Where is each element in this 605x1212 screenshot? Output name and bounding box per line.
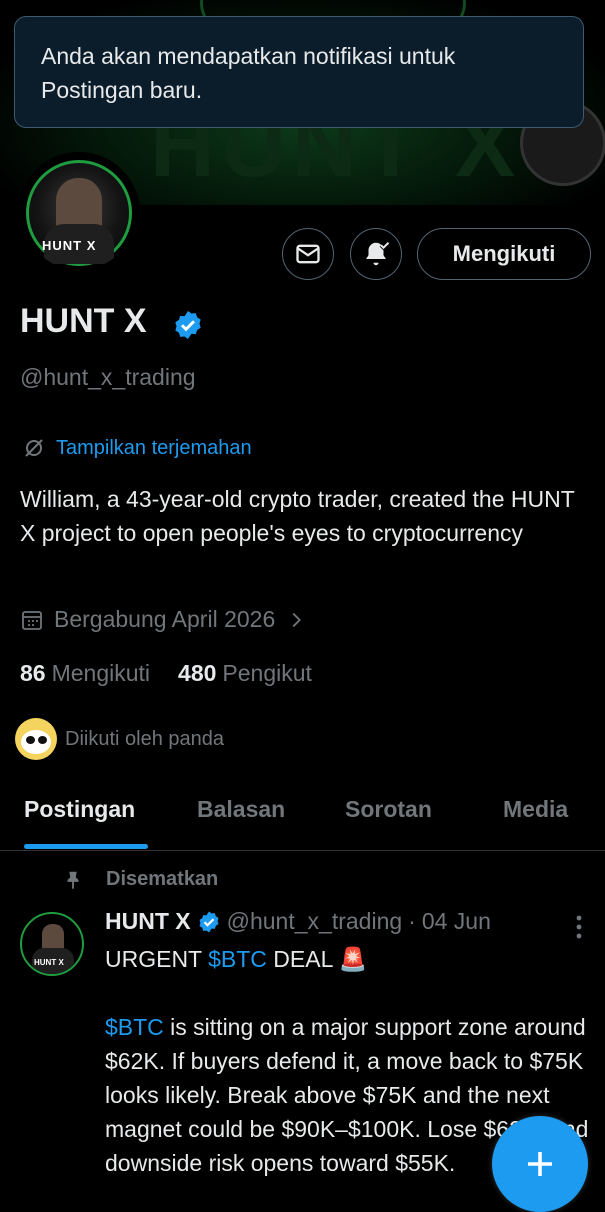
pinned-label: Disematkan <box>106 868 219 890</box>
following-stat[interactable]: 86 Mengikuti <box>20 660 150 687</box>
post-date[interactable]: 04 Jun <box>422 908 491 935</box>
followers-stat[interactable]: 480 Pengikut <box>178 660 312 687</box>
profile-avatar[interactable]: HUNT X <box>18 152 140 274</box>
mail-icon <box>296 244 320 264</box>
message-button[interactable] <box>282 228 334 280</box>
tab-replies[interactable]: Balasan <box>197 796 285 823</box>
followers-stat-label: Pengikut <box>222 660 312 686</box>
bell-check-icon <box>366 241 390 266</box>
following-button-label: Mengikuti <box>452 241 556 266</box>
joined-label: Bergabung April 2026 <box>54 606 276 632</box>
pinned-indicator: Disematkan <box>62 868 218 891</box>
tab-highlights[interactable]: Sorotan <box>345 796 432 823</box>
profile-bio: William, a 43-year-old crypto trader, cr… <box>20 486 575 546</box>
verified-badge-icon <box>175 311 201 339</box>
translate-link[interactable]: Tampilkan terjemahan <box>22 436 252 460</box>
profile-tabs: Postingan Balasan Sorotan Media <box>0 780 605 851</box>
post-line1-pre: URGENT <box>105 946 209 972</box>
pin-icon <box>67 871 79 889</box>
post-author-avatar[interactable]: HUNT X <box>20 912 84 976</box>
follower-avatar <box>15 718 57 760</box>
active-tab-indicator <box>24 844 148 849</box>
avatar-label: HUNT X <box>42 238 97 253</box>
tab-posts[interactable]: Postingan <box>24 796 135 823</box>
following-stat-label: Mengikuti <box>51 660 151 686</box>
plus-icon <box>528 1152 552 1176</box>
profile-name: HUNT X <box>20 302 147 340</box>
post-author-handle[interactable]: @hunt_x_trading <box>227 908 403 935</box>
verified-badge-icon <box>199 911 219 932</box>
following-button[interactable]: Mengikuti <box>417 228 591 280</box>
joined-date[interactable]: Bergabung April 2026 <box>20 606 307 633</box>
chevron-right-icon <box>292 612 302 627</box>
followed-by[interactable]: Diikuti oleh panda <box>15 718 224 760</box>
notification-toast: Anda akan mendapatkan notifikasi untuk P… <box>14 16 584 128</box>
followers-count: 480 <box>178 660 217 686</box>
post-author-name[interactable]: HUNT X <box>105 908 191 935</box>
toast-message: Anda akan mendapatkan notifikasi untuk P… <box>41 43 456 103</box>
post-line1-post: DEAL 🚨 <box>266 946 368 972</box>
cashtag-link[interactable]: $BTC <box>105 1014 164 1040</box>
notifications-button[interactable] <box>350 228 402 280</box>
translate-label: Tampilkan terjemahan <box>56 436 252 459</box>
following-count: 86 <box>20 660 46 686</box>
post-separator: · <box>408 908 416 934</box>
cashtag-link[interactable]: $BTC <box>208 946 267 972</box>
calendar-icon <box>22 610 42 630</box>
translate-icon <box>25 439 43 457</box>
compose-button[interactable] <box>492 1116 588 1212</box>
profile-handle: @hunt_x_trading <box>20 364 196 390</box>
post-header: HUNT X @hunt_x_trading · 04 Jun <box>105 908 491 935</box>
follow-stats: 86 Mengikuti 480 Pengikut <box>20 660 312 687</box>
post-avatar-label: HUNT X <box>34 958 64 967</box>
tab-media[interactable]: Media <box>503 796 568 823</box>
more-options-icon[interactable] <box>574 914 584 940</box>
followed-by-label: Diikuti oleh panda <box>65 727 224 750</box>
